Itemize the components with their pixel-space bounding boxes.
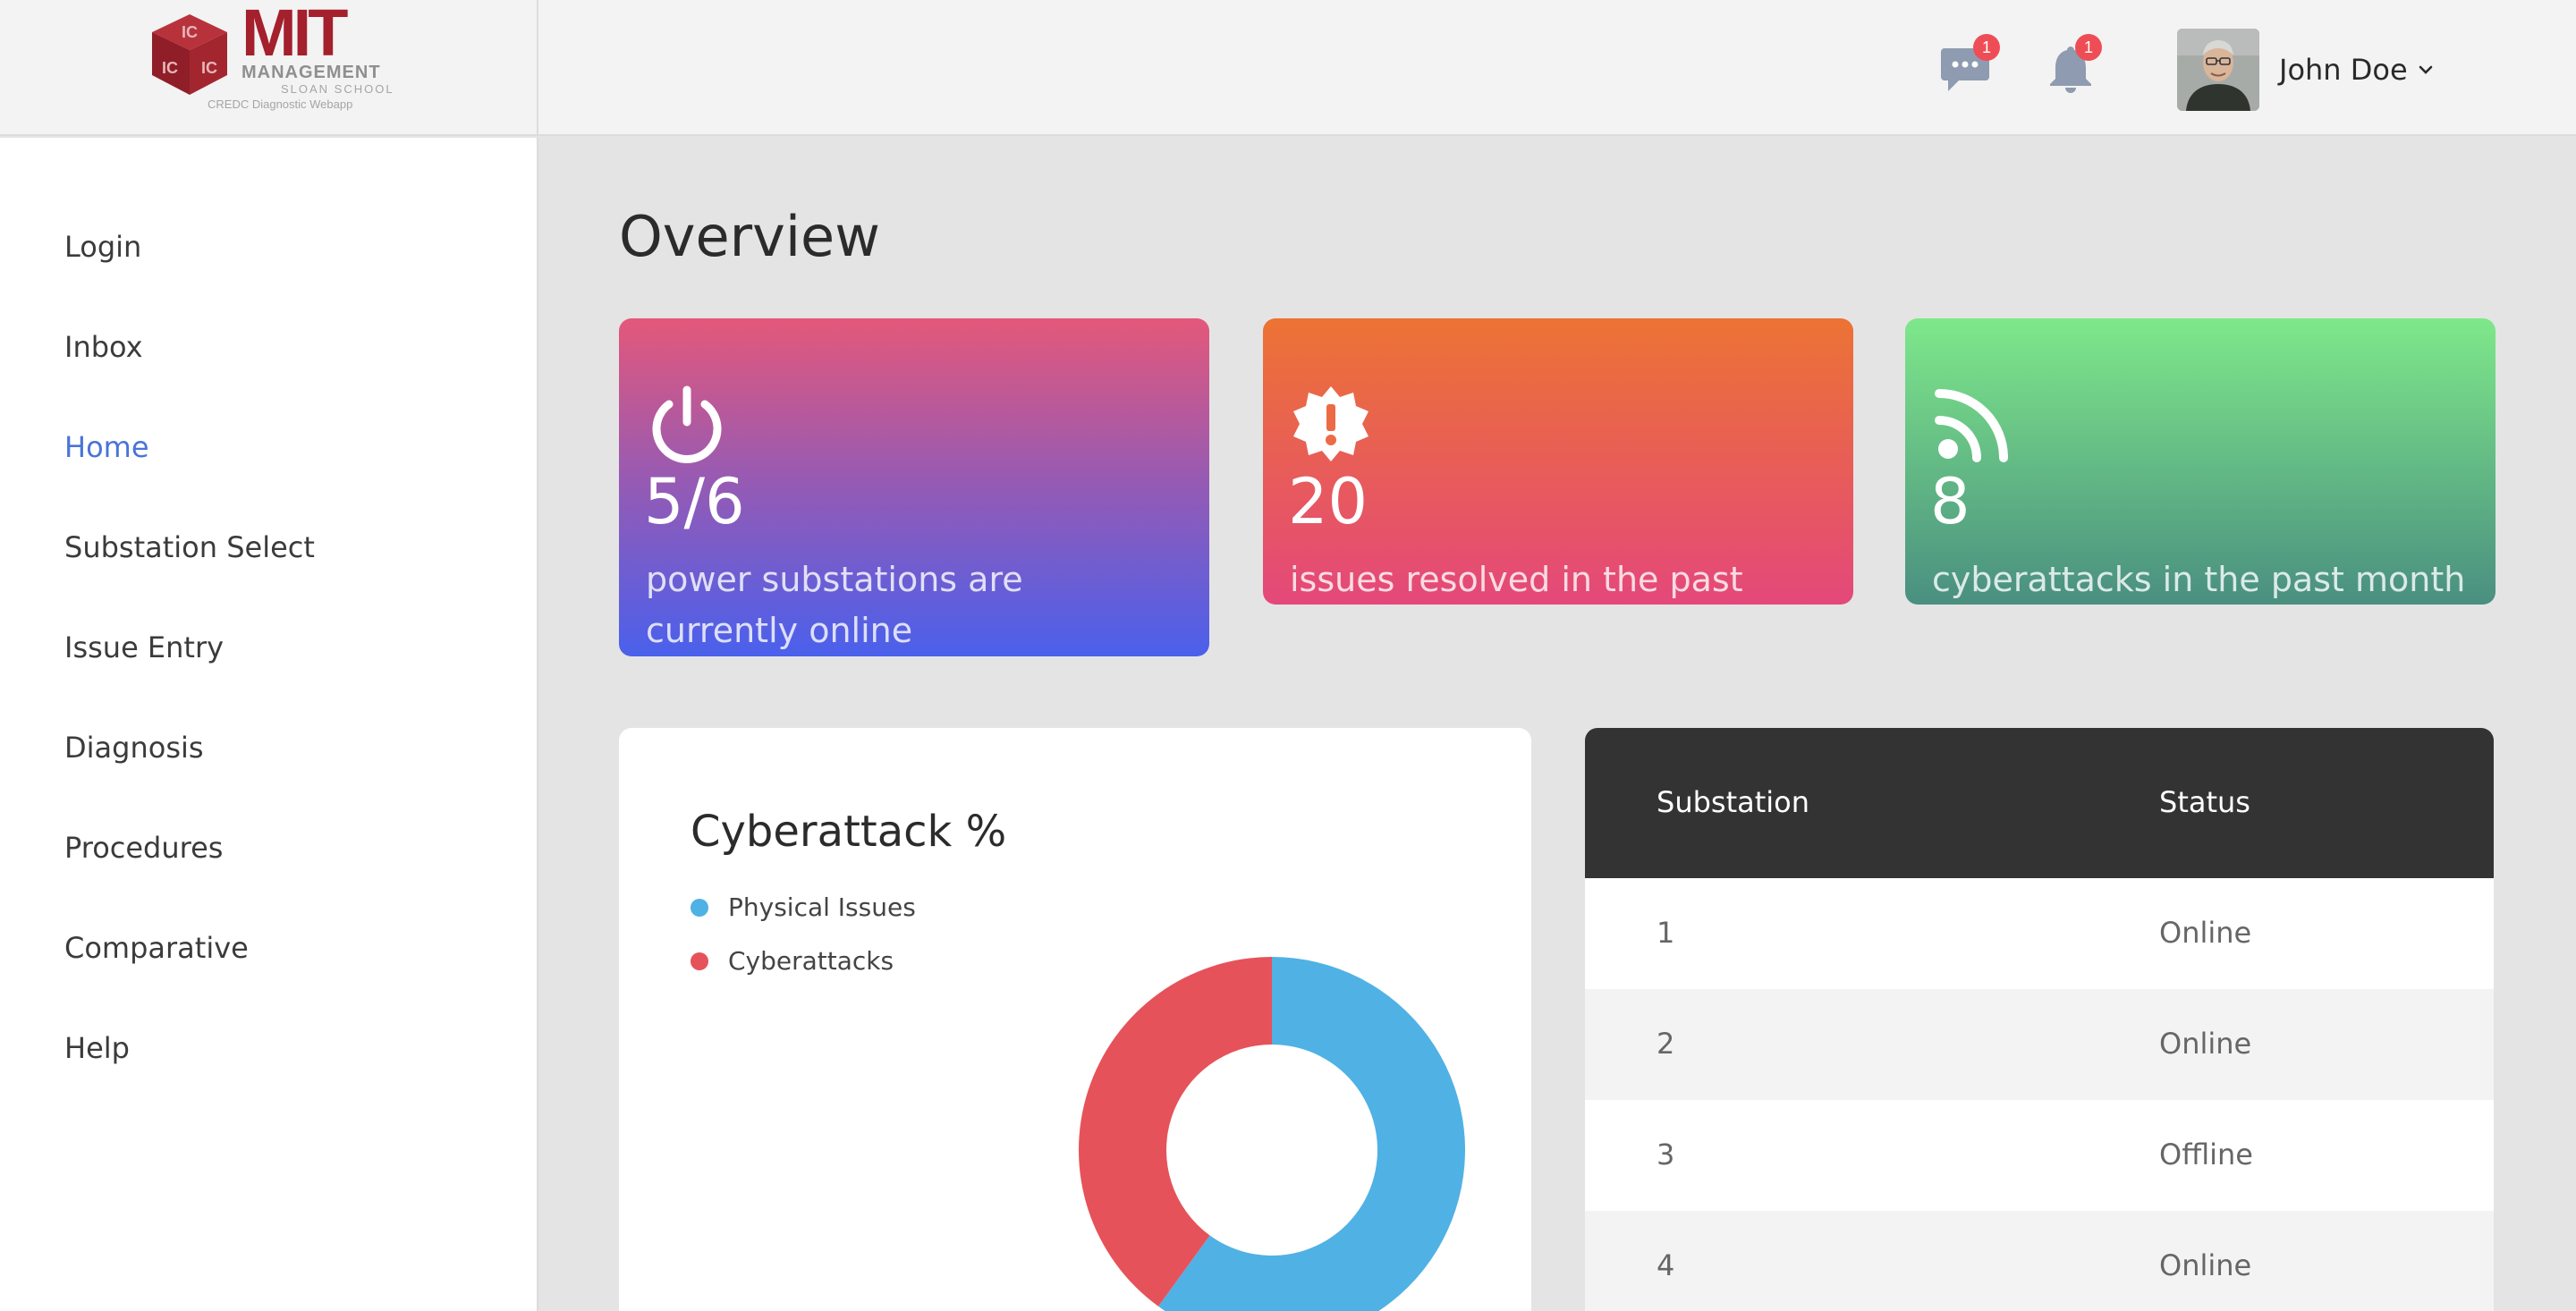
logo-sloan-text: SLOAN SCHOOL — [281, 82, 394, 96]
stat-card-substations: 5/6 power substations are currently onli… — [619, 318, 1209, 656]
stat-value: 8 — [1930, 465, 1970, 538]
top-bar: IC IC IC MIT MANAGEMENT SLOAN SCHOOL CRE… — [0, 0, 2576, 136]
cell-substation: 4 — [1657, 1248, 1675, 1282]
cell-status: Online — [2159, 1248, 2252, 1282]
messages-button[interactable]: 1 — [1939, 34, 2000, 100]
notifications-badge: 1 — [2075, 34, 2102, 61]
logo-management-text: MANAGEMENT — [242, 63, 381, 82]
page-title: Overview — [619, 204, 880, 269]
stat-description: power substations are currently online — [646, 560, 1023, 650]
logo[interactable]: IC IC IC MIT MANAGEMENT SLOAN SCHOOL CRE… — [0, 0, 538, 136]
table-row[interactable]: 4 Online — [1585, 1211, 2494, 1311]
cell-substation: 3 — [1657, 1138, 1675, 1171]
stat-card-cyberattacks: 8 cyberattacks in the past month — [1905, 318, 2496, 605]
avatar[interactable] — [2177, 29, 2259, 111]
column-header-substation[interactable]: Substation — [1657, 785, 1809, 819]
stat-description: cyberattacks in the past month — [1932, 560, 2466, 599]
sidebar-item-diagnosis[interactable]: Diagnosis — [64, 730, 204, 765]
table-header: Substation Status — [1585, 728, 2494, 878]
stat-card-issues: 20 issues resolved in the past month — [1263, 318, 1853, 605]
svg-text:IC: IC — [182, 23, 198, 41]
substation-status-table: Substation Status 1 Online 2 Online 3 Of… — [1585, 728, 2494, 1311]
sidebar-item-inbox[interactable]: Inbox — [64, 329, 143, 365]
messages-badge: 1 — [1973, 34, 2000, 61]
stat-value: 5/6 — [644, 465, 745, 538]
sidebar-item-comparative[interactable]: Comparative — [64, 930, 249, 966]
column-header-status[interactable]: Status — [2159, 785, 2250, 819]
cube-logo-icon: IC IC IC — [152, 14, 227, 95]
table-row[interactable]: 2 Online — [1585, 989, 2494, 1100]
sidebar: Login Inbox Home Substation Select Issue… — [0, 138, 538, 1311]
cell-status: Online — [2159, 1027, 2252, 1061]
cyberattack-chart-card: Cyberattack % Physical Issues Cyberattac… — [619, 728, 1531, 1311]
chevron-down-icon — [2419, 65, 2432, 74]
rss-icon — [1935, 389, 2008, 462]
sidebar-item-help[interactable]: Help — [64, 1030, 130, 1066]
sidebar-item-issue-entry[interactable]: Issue Entry — [64, 630, 224, 665]
stat-value: 20 — [1288, 465, 1368, 538]
cell-status: Online — [2159, 916, 2252, 950]
user-menu[interactable]: John Doe — [2279, 48, 2435, 91]
user-photo-icon — [2177, 29, 2259, 111]
sidebar-item-login[interactable]: Login — [64, 229, 141, 265]
power-icon — [652, 385, 722, 463]
logo-mit-text: MIT — [242, 0, 348, 66]
sidebar-item-home[interactable]: Home — [64, 429, 149, 465]
cell-substation: 2 — [1657, 1027, 1675, 1061]
table-row[interactable]: 1 Online — [1585, 878, 2494, 989]
sidebar-item-substation-select[interactable]: Substation Select — [64, 529, 315, 565]
table-row[interactable]: 3 Offline — [1585, 1100, 2494, 1211]
logo-caption: CREDC Diagnostic Webapp — [208, 97, 353, 111]
svg-text:IC: IC — [201, 59, 217, 77]
sidebar-item-procedures[interactable]: Procedures — [64, 830, 223, 866]
cell-status: Offline — [2159, 1138, 2253, 1171]
svg-text:IC: IC — [162, 59, 178, 77]
user-name: John Doe — [2279, 53, 2408, 87]
app-root: IC IC IC MIT MANAGEMENT SLOAN SCHOOL CRE… — [0, 0, 2576, 1311]
stat-description: issues resolved in the past month — [1290, 560, 1743, 599]
donut-chart — [1079, 957, 1465, 1311]
logo-mit-word: MIT — [242, 0, 348, 70]
notifications-button[interactable]: 1 — [2045, 34, 2102, 100]
alert-badge-icon — [1293, 386, 1368, 461]
cell-substation: 1 — [1657, 916, 1675, 950]
